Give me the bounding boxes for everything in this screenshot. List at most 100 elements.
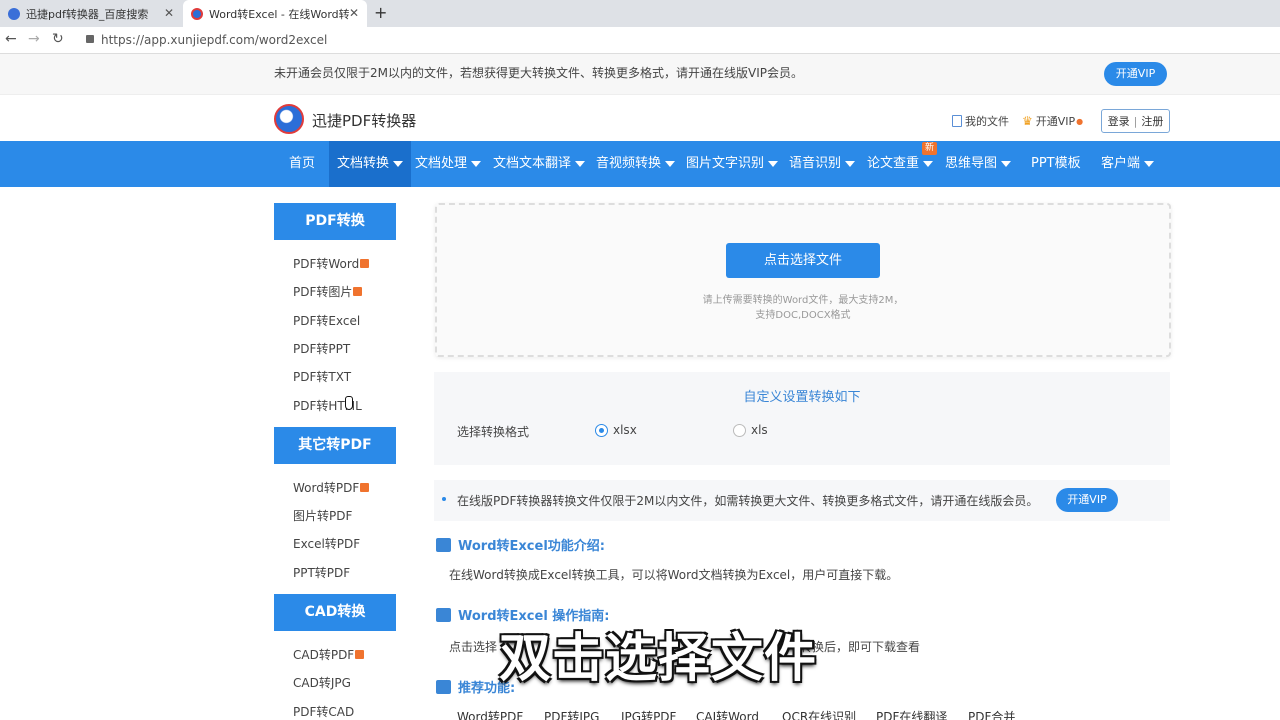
main-nav: 首页 文档转换 文档处理 文档文本翻译 音视频转换 图片文字识别 语音识别 论文… xyxy=(0,141,1280,187)
close-tab-icon[interactable]: ✕ xyxy=(349,6,359,20)
sidebar-item-pdf-to-image[interactable]: PDF转图片 xyxy=(293,283,363,300)
brand-logo-icon[interactable] xyxy=(274,104,304,134)
notice-vip-button[interactable]: 开通VIP xyxy=(1104,62,1167,86)
tab-title: 迅捷pdf转换器_百度搜索 xyxy=(26,7,149,21)
nav-home[interactable]: 首页 xyxy=(289,141,315,187)
sidebar-item-label: PDF转PPT xyxy=(293,342,351,356)
sidebar-item-pdf-to-cad[interactable]: PDF转CAD xyxy=(293,703,354,720)
sidebar-item-label: PDF转CAD xyxy=(293,705,355,719)
register-link[interactable]: 注册 xyxy=(1141,113,1163,129)
format-option-xlsx[interactable]: xlsx xyxy=(595,423,637,437)
sidebar-item-pdf-to-excel[interactable]: PDF转Excel xyxy=(293,312,360,329)
nav-doc-translate[interactable]: 文档文本翻译 xyxy=(493,141,586,187)
radio-selected-icon[interactable] xyxy=(595,423,608,437)
guide-text-end: 转换后，即可下载查看 xyxy=(800,640,921,654)
chevron-down-icon xyxy=(1144,160,1155,167)
recommend-link[interactable]: CAJ转Word xyxy=(696,708,759,720)
vip-bookmark-icon xyxy=(360,483,370,492)
sidebar-item-label: CAD转JPG xyxy=(293,676,351,690)
forward-arrow-icon[interactable]: → xyxy=(28,31,40,47)
recommend-link[interactable]: PDF合并 xyxy=(968,708,1015,720)
nav-ppt-template[interactable]: PPT模板 xyxy=(1031,141,1081,187)
sidebar-item-excel-to-pdf[interactable]: Excel转PDF xyxy=(293,535,360,552)
sidebar-item-cad-to-jpg[interactable]: CAD转JPG xyxy=(293,674,351,691)
star-bookmark-icon xyxy=(436,679,451,694)
url-field[interactable]: https://app.xunjiepdf.com/word2excel xyxy=(101,33,327,47)
mouse-cursor-icon xyxy=(345,396,353,410)
divider: | xyxy=(1133,114,1138,128)
browser-tab-word2excel[interactable]: Word转Excel - 在线Word转化E ✕ xyxy=(183,0,367,27)
format-option-xls[interactable]: xls xyxy=(733,423,768,437)
new-badge: 新 xyxy=(922,142,938,155)
chevron-down-icon xyxy=(768,160,779,167)
sidebar-item-ppt-to-pdf[interactable]: PPT转PDF xyxy=(293,564,350,581)
sidebar-section-pdf-convert[interactable]: PDF转换 xyxy=(274,203,396,240)
upload-hint-line2: 支持DOC,DOCX格式 xyxy=(755,310,851,321)
sidebar-item-pdf-to-word[interactable]: PDF转Word xyxy=(293,255,370,272)
nav-client[interactable]: 客户端 xyxy=(1101,141,1155,187)
browser-tab-bar: 迅捷pdf转换器_百度搜索 ✕ Word转Excel - 在线Word转化E ✕… xyxy=(0,0,1280,27)
my-files-link[interactable]: 我的文件 xyxy=(952,113,1009,129)
chevron-down-icon xyxy=(1001,160,1012,167)
upload-hint-line1: 请上传需要转换的Word文件，最大支持2M， xyxy=(702,295,904,306)
my-files-label: 我的文件 xyxy=(965,115,1009,128)
recommend-link[interactable]: OCR在线识别 xyxy=(782,708,856,720)
sidebar-item-label: Excel转PDF xyxy=(293,537,361,551)
login-link[interactable]: 登录 xyxy=(1108,113,1130,129)
chevron-down-icon xyxy=(845,160,856,167)
recommend-link[interactable]: PDF在线翻译 xyxy=(876,708,947,720)
sidebar-item-label: PPT转PDF xyxy=(293,566,351,580)
bullet-dot xyxy=(442,497,446,501)
sidebar-section-cad-convert[interactable]: CAD转换 xyxy=(274,594,396,631)
address-bar: ← → ↻ https://app.xunjiepdf.com/word2exc… xyxy=(0,27,1280,54)
nav-doc-process[interactable]: 文档处理 xyxy=(415,141,482,187)
select-file-button[interactable]: 点击选择文件 xyxy=(726,243,880,278)
nav-mindmap[interactable]: 思维导图 xyxy=(945,141,1012,187)
sidebar-item-pdf-to-txt[interactable]: PDF转TXT xyxy=(293,368,351,385)
nav-label: 文档文本翻译 xyxy=(493,156,572,171)
intro-text: 在线Word转换成Excel转换工具，可以将Word文档转换为Excel，用户可… xyxy=(449,568,899,582)
reload-icon[interactable]: ↻ xyxy=(52,31,64,47)
nav-av-convert[interactable]: 音视频转换 xyxy=(596,141,676,187)
nav-label: 首页 xyxy=(289,156,316,171)
nav-doc-convert[interactable]: 文档转换 xyxy=(329,141,412,187)
browser-tab-baidu[interactable]: 迅捷pdf转换器_百度搜索 ✕ xyxy=(0,0,182,27)
radio-unselected-icon[interactable] xyxy=(733,423,746,437)
sidebar-item-cad-to-pdf[interactable]: CAD转PDF xyxy=(293,646,365,663)
recommend-link[interactable]: Word转PDF xyxy=(457,708,523,720)
sidebar-item-word-to-pdf[interactable]: Word转PDF xyxy=(293,479,370,496)
new-tab-icon[interactable]: + xyxy=(374,3,387,22)
chevron-down-icon xyxy=(393,160,404,167)
nav-label: 客户端 xyxy=(1101,156,1141,171)
back-arrow-icon[interactable]: ← xyxy=(5,31,17,47)
upload-dropzone[interactable] xyxy=(435,203,1171,357)
crown-icon: ♛ xyxy=(1022,114,1033,128)
sidebar-item-label: PDF转图片 xyxy=(293,285,353,299)
nav-image-ocr[interactable]: 图片文字识别 xyxy=(686,141,779,187)
recommend-link[interactable]: JPG转PDF xyxy=(621,708,676,720)
recommend-link[interactable]: PDF转JPG xyxy=(544,708,599,720)
nav-label: 思维导图 xyxy=(945,156,998,171)
nav-label: 论文查重 xyxy=(867,156,920,171)
vip-bookmark-icon xyxy=(360,259,370,268)
nav-label: PPT模板 xyxy=(1031,156,1081,171)
chevron-down-icon xyxy=(471,160,482,167)
nav-label: 图片文字识别 xyxy=(686,156,765,171)
sidebar-item-label: 图片转PDF xyxy=(293,509,353,523)
format-option-label: xls xyxy=(751,423,768,437)
sidebar-item-pdf-to-ppt[interactable]: PDF转PPT xyxy=(293,340,350,357)
intro-title-text: Word转Excel功能介绍: xyxy=(458,539,605,554)
close-tab-icon[interactable]: ✕ xyxy=(164,6,174,20)
settings-title: 自定义设置转换如下 xyxy=(743,390,861,405)
sidebar-item-image-to-pdf[interactable]: 图片转PDF xyxy=(293,507,352,524)
nav-label: 文档处理 xyxy=(415,156,468,171)
info-vip-button[interactable]: 开通VIP xyxy=(1056,488,1118,512)
video-caption: 双击选择文件 xyxy=(499,629,818,689)
nav-speech[interactable]: 语音识别 xyxy=(789,141,856,187)
chevron-down-icon xyxy=(665,160,676,167)
brand-name[interactable]: 迅捷PDF转换器 xyxy=(312,110,416,131)
sidebar-section-other-to-pdf[interactable]: 其它转PDF xyxy=(274,427,396,464)
header-vip-link[interactable]: ♛ 开通VIP ● xyxy=(1022,113,1083,129)
flame-icon: ● xyxy=(1076,116,1084,126)
nav-label: 文档转换 xyxy=(337,156,390,171)
